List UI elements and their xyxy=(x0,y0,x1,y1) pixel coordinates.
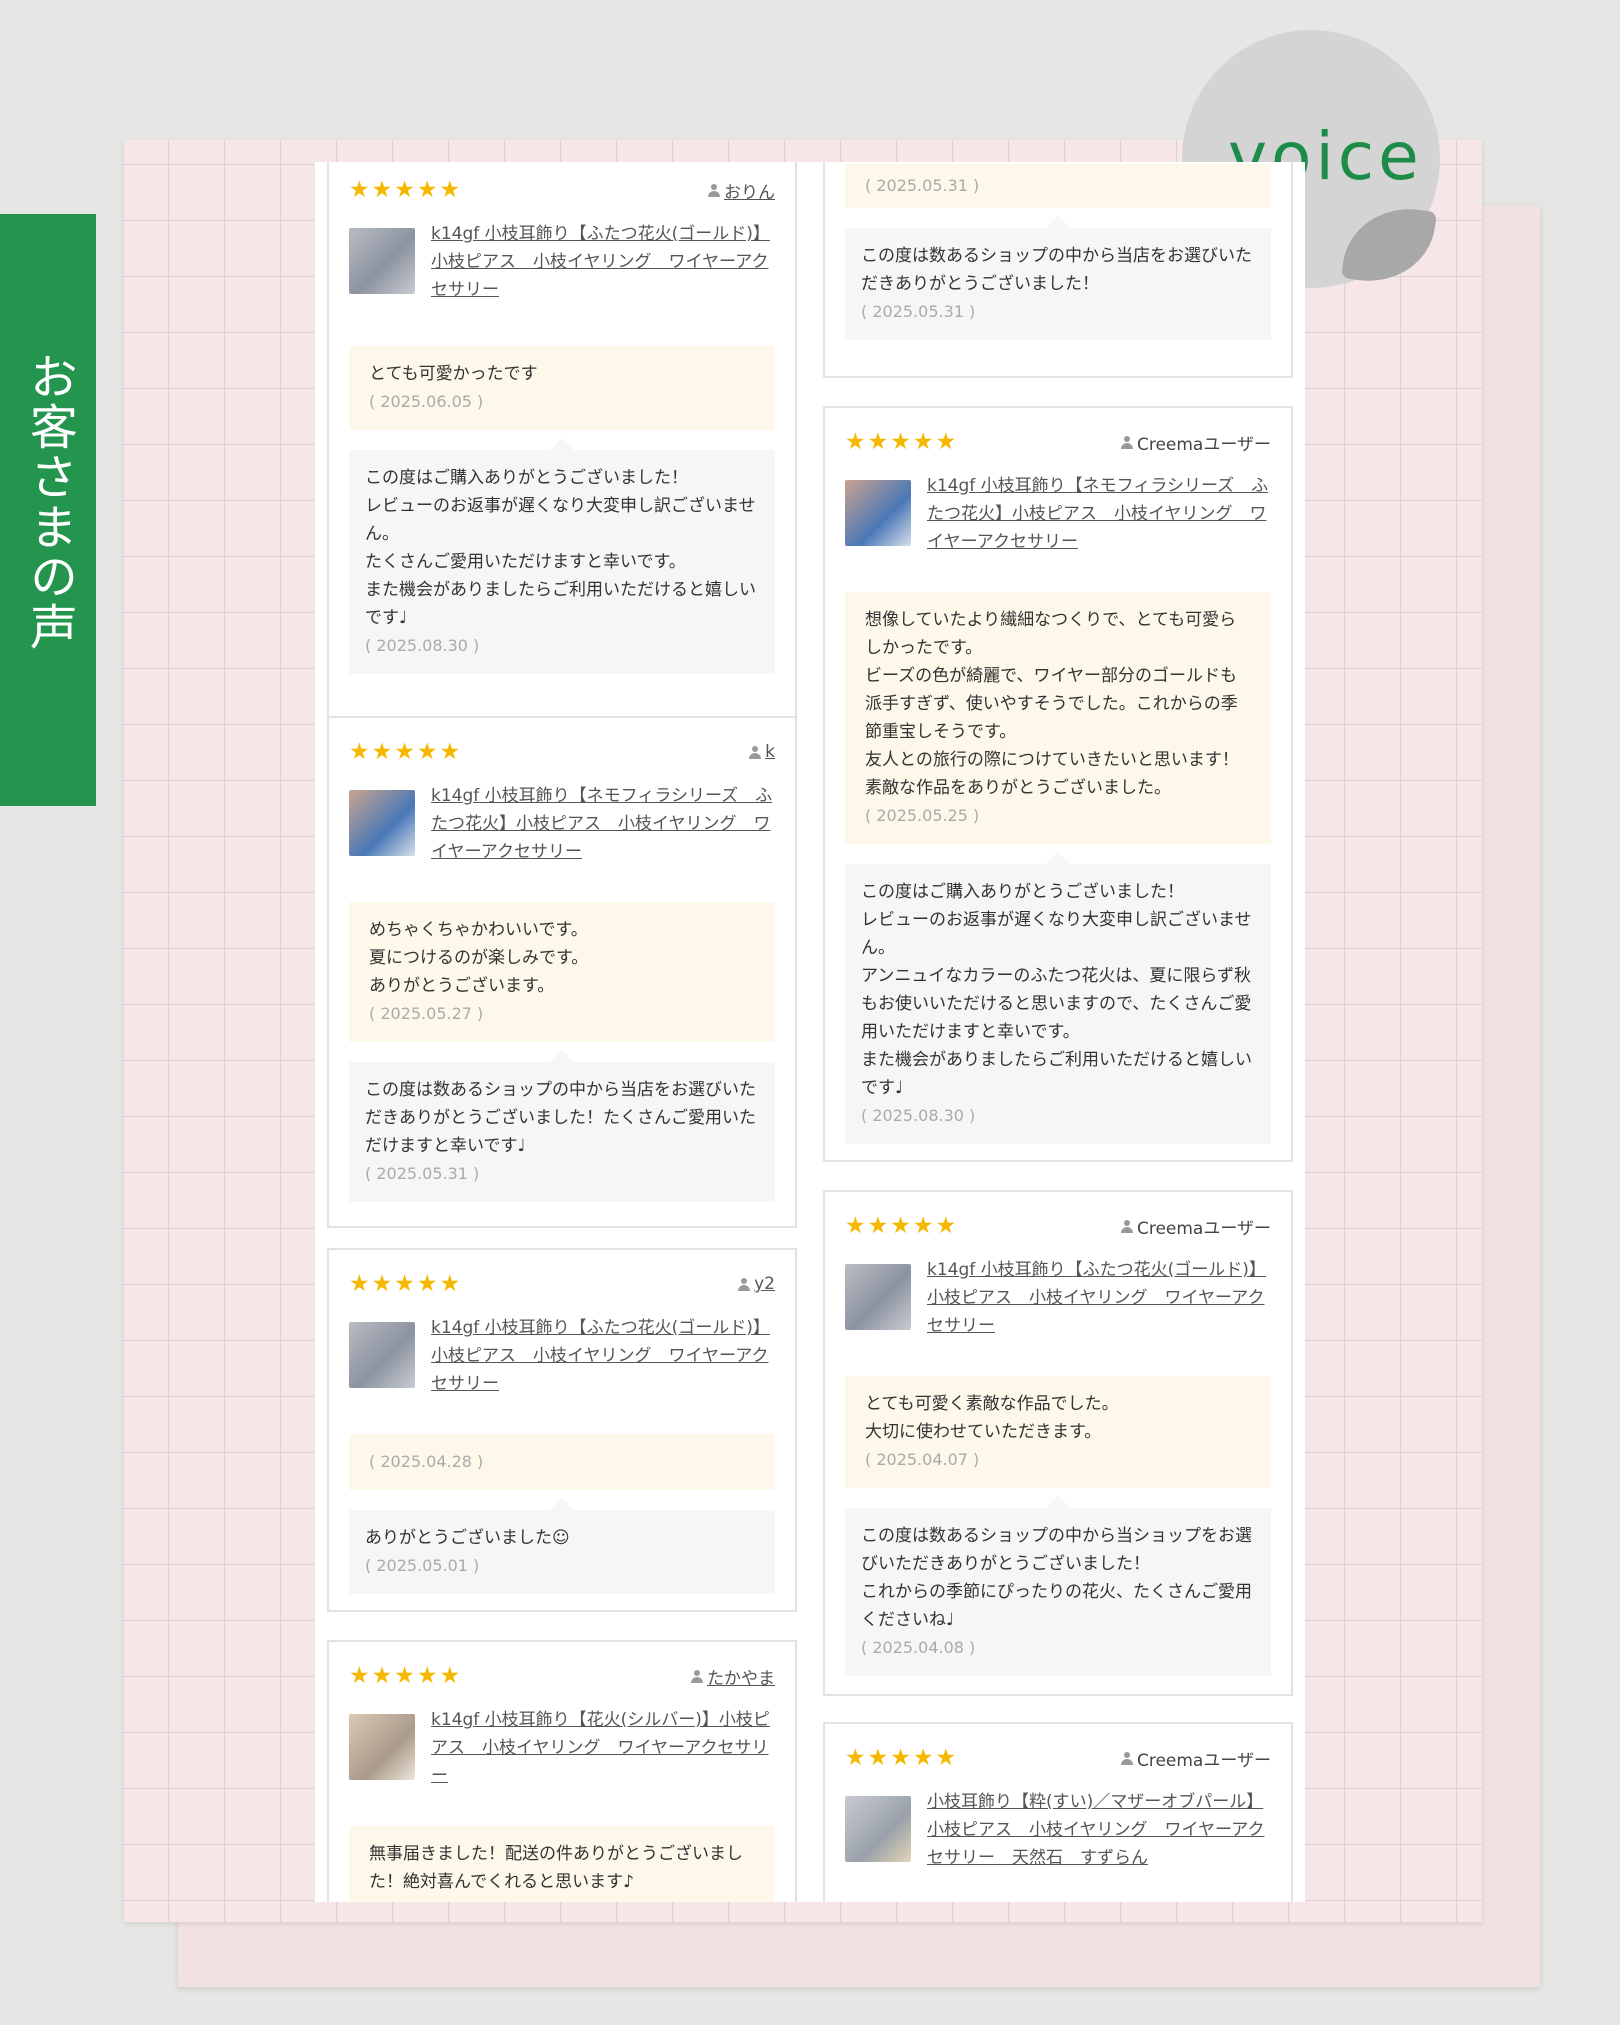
shop-reply: この度はご購入ありがとうございました！ レビューのお返事が遅くなり大変申し訳ござ… xyxy=(349,438,775,674)
rating-stars: ★★★★★ xyxy=(349,177,463,203)
shop-reply: ありがとうございました☺ ( 2025.05.01 ) xyxy=(349,1498,775,1594)
reviewer-name[interactable]: k xyxy=(765,742,775,762)
reply-text: この度は数あるショップの中から当店をお選びいただきありがとうございました！たくさ… xyxy=(365,1080,756,1156)
review-card: ★★★★★ Creemaユーザー k14gf 小枝耳飾り【ふたつ花火(ゴールド)… xyxy=(823,1190,1293,1696)
review-box: 想像していたより繊細なつくりで、とても可愛らしかったです。 ビーズの色が綺麗で、… xyxy=(845,592,1271,844)
product-thumbnail[interactable] xyxy=(349,790,415,856)
reviewer-name[interactable]: y2 xyxy=(754,1274,775,1294)
user-icon xyxy=(738,1277,751,1291)
reviewer-name: Creemaユーザー xyxy=(1136,1218,1271,1239)
reviewer[interactable]: k xyxy=(749,742,775,762)
review-box: ( 2025.04.28 ) xyxy=(349,1434,775,1490)
reviewer-name[interactable]: たかやま xyxy=(707,1664,775,1689)
product-thumbnail[interactable] xyxy=(349,228,415,294)
user-icon xyxy=(708,183,720,197)
reply-date: ( 2025.05.01 ) xyxy=(365,1556,480,1575)
review-text: 無事届きました！配送の件ありがとうございました！絶対喜んでくれると思います♪ xyxy=(369,1844,743,1892)
reviews-screenshot: ★★★★★ おりん k14gf 小枝耳飾り【ふたつ花火(ゴールド)】小枝ピアス … xyxy=(315,162,1305,1902)
shop-reply: この度は数あるショップの中から当ショップをお選びいただきありがとうございました！… xyxy=(845,1496,1271,1676)
shop-reply: この度は数あるショップの中から当店をお選びいただきありがとうございました！たくさ… xyxy=(349,1050,775,1202)
reviewer-name: Creemaユーザー xyxy=(1136,434,1271,455)
reply-text: この度はご購入ありがとうございました！ レビューのお返事が遅くなり大変申し訳ござ… xyxy=(365,468,756,628)
shop-reply: この度はご購入ありがとうございました！ レビューのお返事が遅くなり大変申し訳ござ… xyxy=(845,852,1271,1144)
review-date: ( 2025.04.28 ) xyxy=(369,1452,484,1471)
product-row: k14gf 小枝耳飾り【ふたつ花火(ゴールド)】小枝ピアス 小枝イヤリング ワイ… xyxy=(349,220,775,304)
reply-text: この度は数あるショップの中から当ショップをお選びいただきありがとうございました！… xyxy=(861,1526,1252,1630)
user-icon xyxy=(749,745,762,759)
review-text: 想像していたより繊細なつくりで、とても可愛らしかったです。 ビーズの色が綺麗で、… xyxy=(865,610,1239,798)
product-row: 小枝耳飾り【粋(すい)／マザーオブパール】小枝ピアス 小枝イヤリング ワイヤーア… xyxy=(845,1788,1271,1872)
product-link[interactable]: k14gf 小枝耳飾り【花火(シルバー)】小枝ピアス 小枝イヤリング ワイヤーア… xyxy=(431,1706,775,1790)
product-row: k14gf 小枝耳飾り【ネモフィラシリーズ ふたつ花火】小枝ピアス 小枝イヤリン… xyxy=(349,782,775,866)
review-text: めちゃくちゃかわいいです。 夏につけるのが楽しみです。 ありがとうございます。 xyxy=(369,920,589,996)
product-thumbnail[interactable] xyxy=(845,1264,911,1330)
product-thumbnail[interactable] xyxy=(845,1796,911,1862)
review-card: ★★★★★ Creemaユーザー 小枝耳飾り【粋(すい)／マザーオブパール】小枝… xyxy=(823,1722,1293,1902)
review-box: 無事届きました！配送の件ありがとうございました！絶対喜んでくれると思います♪ xyxy=(349,1826,775,1902)
reply-date: ( 2025.05.31 ) xyxy=(861,302,976,321)
review-date: ( 2025.05.27 ) xyxy=(369,1004,484,1023)
review-text: とても可愛く素敵な作品でした。 大切に使わせていただきます。 xyxy=(865,1394,1119,1442)
product-link[interactable]: k14gf 小枝耳飾り【ふたつ花火(ゴールド)】小枝ピアス 小枝イヤリング ワイ… xyxy=(431,220,775,304)
reply-text: この度は数あるショップの中から当店をお選びいただきありがとうございました！ xyxy=(861,246,1252,294)
review-card: ★★★★★ k k14gf 小枝耳飾り【ネモフィラシリーズ ふたつ花火】小枝ピア… xyxy=(327,716,797,1228)
reviewer-name: Creemaユーザー xyxy=(1136,1750,1271,1771)
reviewer: Creemaユーザー xyxy=(1120,1746,1271,1771)
shop-reply: この度は数あるショップの中から当店をお選びいただきありがとうございました！ ( … xyxy=(845,216,1271,340)
rating-stars: ★★★★★ xyxy=(349,1271,463,1297)
review-card: ( 2025.05.31 ) この度は数あるショップの中から当店をお選びいただき… xyxy=(823,162,1293,378)
product-link[interactable]: k14gf 小枝耳飾り【ネモフィラシリーズ ふたつ花火】小枝ピアス 小枝イヤリン… xyxy=(927,472,1271,556)
review-text: とても可愛かったです xyxy=(369,364,538,384)
reviewer[interactable]: y2 xyxy=(738,1274,775,1294)
user-icon xyxy=(1120,1219,1133,1233)
product-link[interactable]: k14gf 小枝耳飾り【ネモフィラシリーズ ふたつ花火】小枝ピアス 小枝イヤリン… xyxy=(431,782,775,866)
reviewer[interactable]: おりん xyxy=(708,178,775,203)
reviewer[interactable]: たかやま xyxy=(691,1664,775,1689)
product-row: k14gf 小枝耳飾り【ふたつ花火(ゴールド)】小枝ピアス 小枝イヤリング ワイ… xyxy=(845,1256,1271,1340)
reviewer-name[interactable]: おりん xyxy=(724,178,775,203)
rating-stars: ★★★★★ xyxy=(845,429,959,455)
product-link[interactable]: 小枝耳飾り【粋(すい)／マザーオブパール】小枝ピアス 小枝イヤリング ワイヤーア… xyxy=(927,1788,1271,1872)
rating-stars: ★★★★★ xyxy=(845,1213,959,1239)
product-row: k14gf 小枝耳飾り【ネモフィラシリーズ ふたつ花火】小枝ピアス 小枝イヤリン… xyxy=(845,472,1271,556)
review-date: ( 2025.05.25 ) xyxy=(865,806,980,825)
reply-date: ( 2025.08.30 ) xyxy=(365,636,480,655)
user-icon xyxy=(691,1669,703,1683)
product-row: k14gf 小枝耳飾り【ふたつ花火(ゴールド)】小枝ピアス 小枝イヤリング ワイ… xyxy=(349,1314,775,1398)
product-link[interactable]: k14gf 小枝耳飾り【ふたつ花火(ゴールド)】小枝ピアス 小枝イヤリング ワイ… xyxy=(927,1256,1271,1340)
review-box: とても可愛く素敵な作品でした。 大切に使わせていただきます。 ( 2025.04… xyxy=(845,1376,1271,1488)
review-box: ( 2025.05.31 ) xyxy=(845,164,1271,208)
rating-stars: ★★★★★ xyxy=(349,739,463,765)
review-box: とても可愛かったです ( 2025.06.05 ) xyxy=(349,346,775,430)
review-date: ( 2025.05.31 ) xyxy=(865,176,980,195)
product-thumbnail[interactable] xyxy=(349,1714,415,1780)
rating-stars: ★★★★★ xyxy=(349,1663,463,1689)
review-box: めちゃくちゃかわいいです。 夏につけるのが楽しみです。 ありがとうございます。 … xyxy=(349,902,775,1042)
reply-date: ( 2025.04.08 ) xyxy=(861,1638,976,1657)
product-row: k14gf 小枝耳飾り【花火(シルバー)】小枝ピアス 小枝イヤリング ワイヤーア… xyxy=(349,1706,775,1790)
product-link[interactable]: k14gf 小枝耳飾り【ふたつ花火(ゴールド)】小枝ピアス 小枝イヤリング ワイ… xyxy=(431,1314,775,1398)
reply-text: この度はご購入ありがとうございました！ レビューのお返事が遅くなり大変申し訳ござ… xyxy=(861,882,1252,1098)
reviewer: Creemaユーザー xyxy=(1120,430,1271,455)
rating-stars: ★★★★★ xyxy=(845,1745,959,1771)
reply-text: ありがとうございました☺ xyxy=(365,1528,570,1548)
review-card: ★★★★★ たかやま k14gf 小枝耳飾り【花火(シルバー)】小枝ピアス 小枝… xyxy=(327,1640,797,1902)
product-thumbnail[interactable] xyxy=(845,480,911,546)
user-icon xyxy=(1120,435,1133,449)
reviewer: Creemaユーザー xyxy=(1120,1214,1271,1239)
reply-date: ( 2025.05.31 ) xyxy=(365,1164,480,1183)
review-card: ★★★★★ y2 k14gf 小枝耳飾り【ふたつ花火(ゴールド)】小枝ピアス 小… xyxy=(327,1248,797,1612)
review-date: ( 2025.06.05 ) xyxy=(369,392,484,411)
user-icon xyxy=(1120,1751,1133,1765)
product-thumbnail[interactable] xyxy=(349,1322,415,1388)
side-tab-title: お客さまの声 xyxy=(20,352,77,652)
review-card: ★★★★★ Creemaユーザー k14gf 小枝耳飾り【ネモフィラシリーズ ふ… xyxy=(823,406,1293,1162)
review-date: ( 2025.04.07 ) xyxy=(865,1450,980,1469)
reply-date: ( 2025.08.30 ) xyxy=(861,1106,976,1125)
